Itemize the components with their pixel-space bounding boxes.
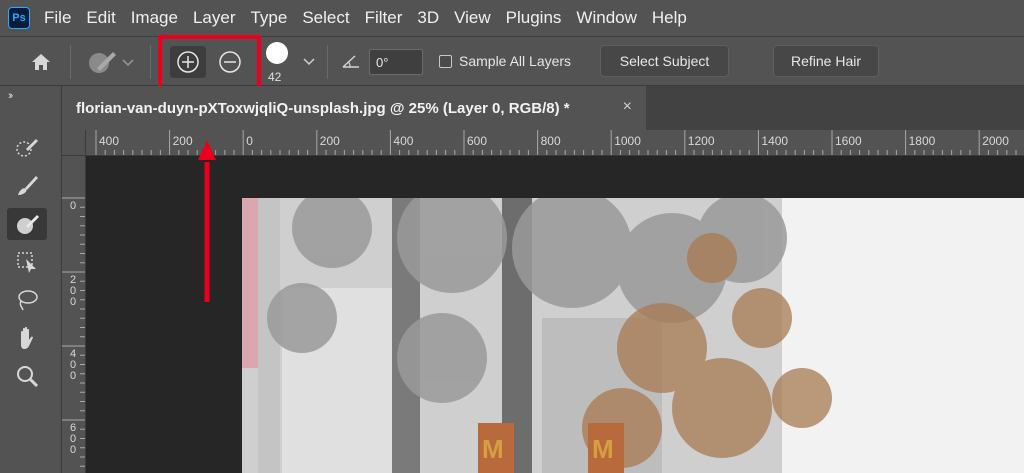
brush-options-dropdown[interactable] bbox=[300, 53, 318, 69]
separator bbox=[150, 45, 151, 79]
photo-content: MM bbox=[242, 198, 1024, 473]
angle-icon bbox=[342, 55, 359, 68]
hand-icon bbox=[21, 326, 33, 349]
angle-input[interactable]: 0° bbox=[369, 49, 423, 75]
horizontal-ruler[interactable]: 400 200 0 200 400 600 800 1000 1200 1400 1600 1800 2… bbox=[86, 130, 1024, 156]
quick-selection-icon bbox=[16, 139, 38, 157]
document-tab[interactable]: florian-van-duyn-pXToxwjqliQ-unsplash.jp… bbox=[62, 86, 646, 130]
document-tab-title: florian-van-duyn-pXToxwjqliQ-unsplash.jp… bbox=[76, 99, 570, 117]
menu-view[interactable]: View bbox=[454, 8, 491, 28]
brush-preset-picker[interactable] bbox=[82, 47, 138, 77]
menu-window[interactable]: Window bbox=[576, 8, 636, 28]
menu-plugins[interactable]: Plugins bbox=[506, 8, 562, 28]
sample-all-layers-label[interactable]: Sample All Layers bbox=[459, 53, 571, 69]
brush-tip-picker[interactable] bbox=[264, 40, 290, 66]
ruler-label: 400 bbox=[69, 348, 77, 382]
ruler-label: 600 bbox=[467, 134, 488, 148]
menu-bar: Ps File Edit Image Layer Type Select Fil… bbox=[0, 0, 1024, 36]
ruler-label: 0 bbox=[246, 134, 253, 148]
lasso-tool[interactable] bbox=[7, 284, 47, 316]
menu-image[interactable]: Image bbox=[131, 8, 178, 28]
refine-edge-brush-icon bbox=[17, 215, 39, 234]
canvas-area[interactable]: MM bbox=[86, 156, 1024, 473]
ruler-label: 200 bbox=[319, 134, 340, 148]
menu-filter[interactable]: Filter bbox=[365, 8, 403, 28]
angle-label bbox=[340, 51, 362, 71]
menu-select[interactable]: Select bbox=[302, 8, 349, 28]
separator bbox=[70, 45, 71, 79]
add-to-selection-button[interactable] bbox=[170, 46, 206, 78]
svg-text:M: M bbox=[482, 434, 504, 464]
add-to-selection-icon bbox=[177, 51, 199, 73]
menu-layer[interactable]: Layer bbox=[193, 8, 236, 28]
quick-selection-tool[interactable] bbox=[7, 132, 47, 164]
brush-size-value: 42 bbox=[268, 70, 282, 84]
home-button[interactable] bbox=[24, 49, 58, 75]
ruler-label: 800 bbox=[540, 134, 561, 148]
ruler-label: 200 bbox=[172, 134, 193, 148]
zoom-tool[interactable] bbox=[7, 360, 47, 392]
brush-tip-icon bbox=[266, 42, 288, 64]
photoshop-logo: Ps bbox=[8, 7, 30, 29]
document-image: MM bbox=[242, 198, 1024, 473]
object-selection-icon bbox=[17, 252, 36, 273]
menu-type[interactable]: Type bbox=[250, 8, 287, 28]
brush-preset-icon bbox=[89, 52, 134, 73]
subtract-from-selection-icon bbox=[219, 51, 241, 73]
zoom-icon bbox=[17, 366, 39, 388]
sample-all-layers-checkbox[interactable] bbox=[439, 55, 452, 68]
ruler-label: 2000 bbox=[982, 134, 1009, 148]
collapse-panel-button[interactable]: ›› bbox=[8, 90, 14, 102]
subtract-from-selection-button[interactable] bbox=[212, 46, 248, 78]
lasso-icon bbox=[18, 290, 38, 311]
ruler-label: 400 bbox=[393, 134, 414, 148]
options-bar: 42 0° Sample All Layers Select Subject R… bbox=[0, 35, 1024, 94]
brush-icon bbox=[18, 176, 38, 195]
object-selection-tool[interactable] bbox=[7, 246, 47, 278]
ruler-corner bbox=[62, 130, 86, 156]
menu-file[interactable]: File bbox=[44, 8, 71, 28]
select-and-mask-brush-tool[interactable] bbox=[7, 208, 47, 240]
select-subject-button[interactable]: Select Subject bbox=[600, 45, 729, 77]
ruler-label: 1800 bbox=[908, 134, 936, 148]
ruler-label: 600 bbox=[69, 422, 77, 456]
refine-hair-button[interactable]: Refine Hair bbox=[773, 45, 879, 77]
hand-tool[interactable] bbox=[7, 322, 47, 354]
home-icon bbox=[32, 54, 50, 70]
separator bbox=[327, 45, 328, 79]
menu-help[interactable]: Help bbox=[652, 8, 687, 28]
ruler-label: 1400 bbox=[761, 134, 789, 148]
photoshop-window: Ps File Edit Image Layer Type Select Fil… bbox=[0, 0, 1024, 473]
ruler-label: 1000 bbox=[614, 134, 641, 148]
menu-3d[interactable]: 3D bbox=[417, 8, 439, 28]
ruler-label: 400 bbox=[99, 134, 120, 148]
brush-tool[interactable] bbox=[7, 170, 47, 202]
ruler-label: 1200 bbox=[687, 134, 715, 148]
menu-edit[interactable]: Edit bbox=[86, 8, 115, 28]
ruler-label: 200 bbox=[69, 274, 77, 308]
chevron-down-icon bbox=[303, 58, 315, 66]
close-icon[interactable]: × bbox=[623, 98, 632, 116]
ruler-label: 1600 bbox=[835, 134, 862, 148]
vertical-ruler[interactable]: 0 200 400 600 bbox=[62, 156, 86, 473]
tools-panel: ›› bbox=[0, 86, 62, 473]
svg-text:M: M bbox=[592, 434, 614, 464]
document-tab-strip: florian-van-duyn-pXToxwjqliQ-unsplash.jp… bbox=[62, 86, 1024, 130]
ruler-label: 0 bbox=[69, 200, 77, 212]
